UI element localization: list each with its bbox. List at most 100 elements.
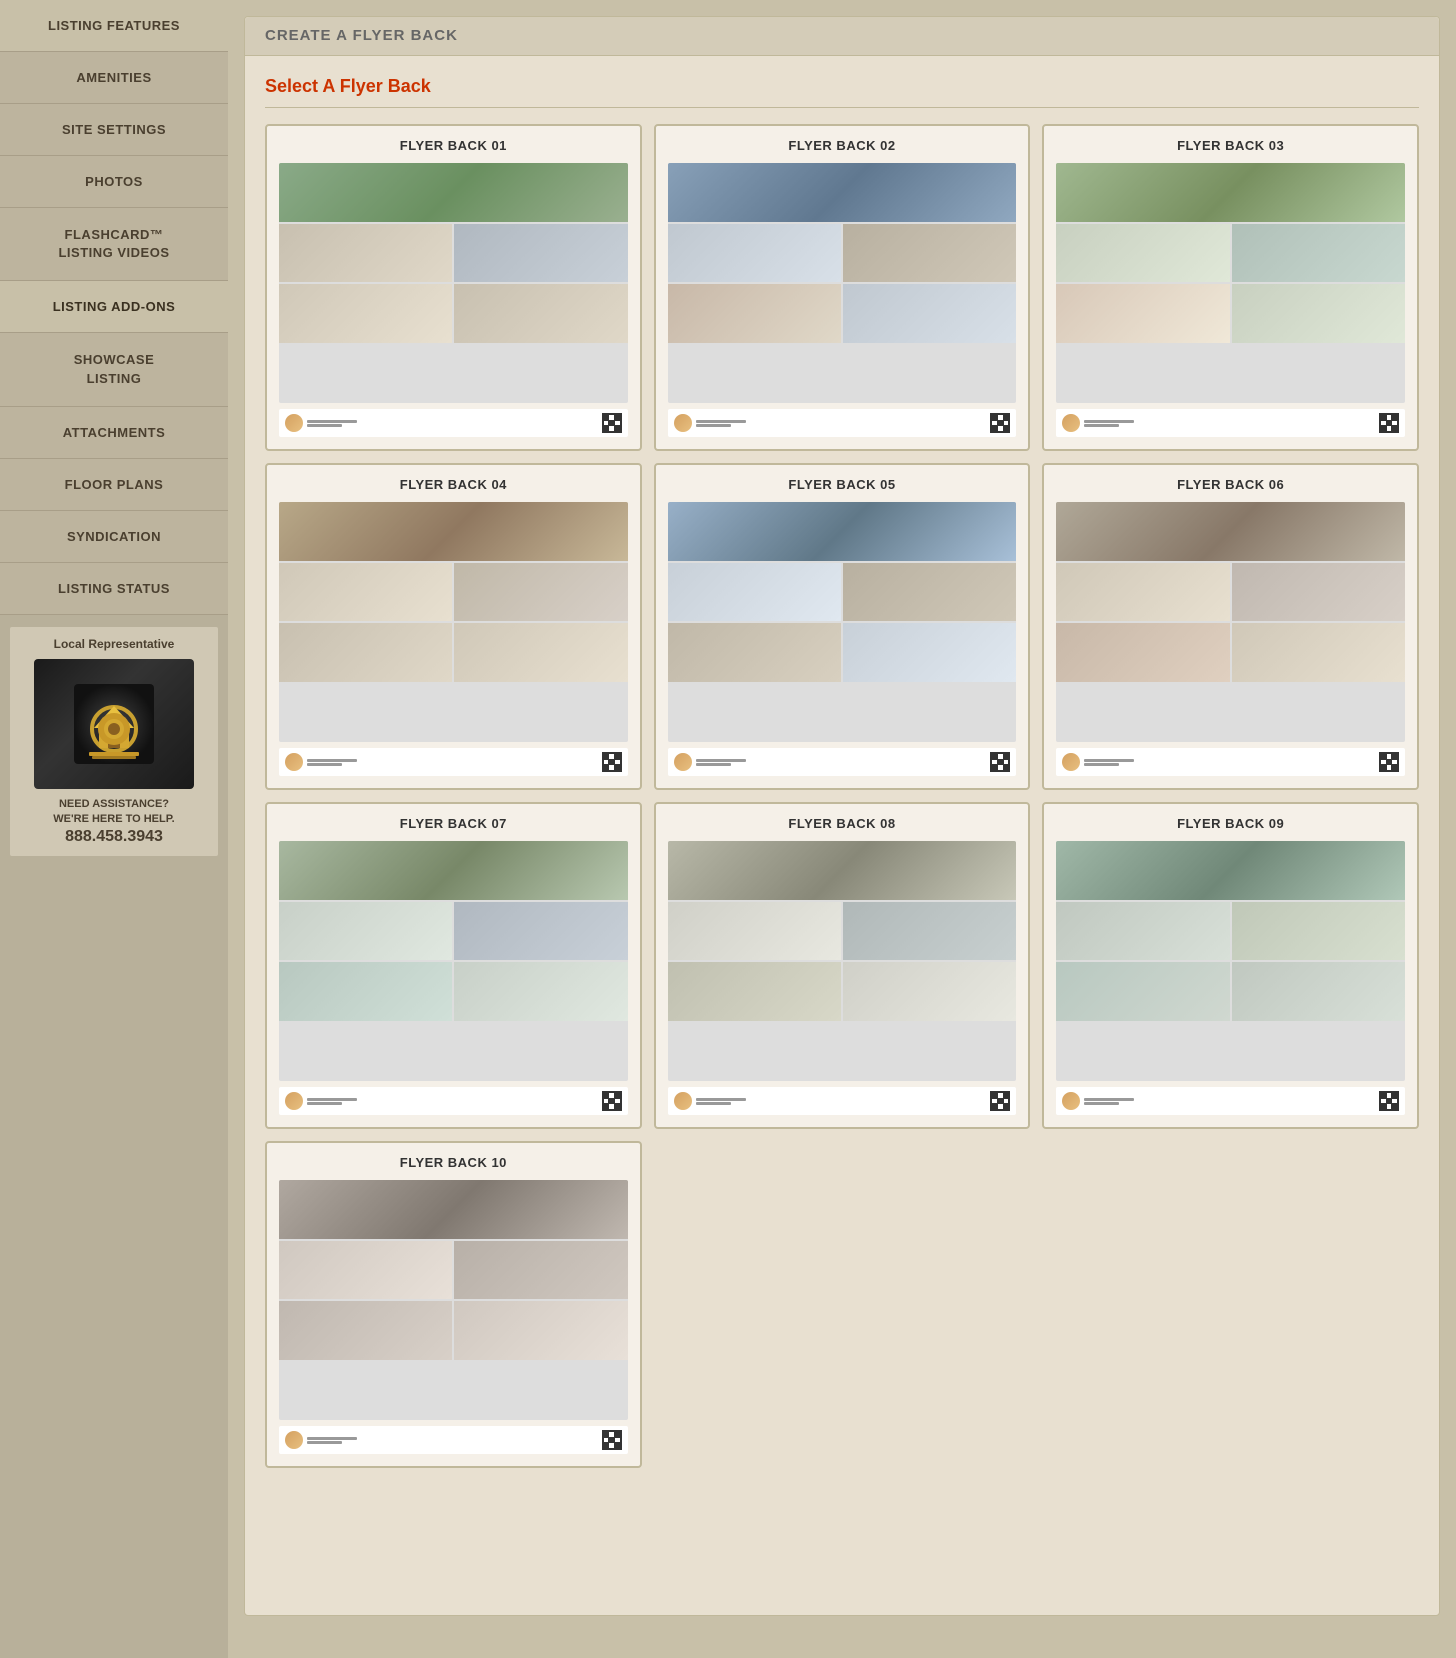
- sidebar-item-attachments[interactable]: ATTACHMENTS: [0, 407, 228, 459]
- agent-text-2: [696, 420, 746, 427]
- flyer-card-title-8: FLYER BACK 08: [668, 816, 1017, 831]
- agent-text-3: [1084, 420, 1134, 427]
- sidebar-item-listing-addons[interactable]: LISTING ADD-ONS: [0, 281, 228, 333]
- sidebar-item-flashcard[interactable]: FLASHCARD™ LISTING VIDEOS: [0, 208, 228, 281]
- agent-avatar-8: [674, 1092, 692, 1110]
- agent-text-5: [696, 759, 746, 766]
- flyer-footer-2: [668, 409, 1017, 437]
- flyer-card-9[interactable]: FLYER BACK 09: [1042, 802, 1419, 1129]
- flyer-preview-9: [1056, 841, 1405, 1081]
- agent-avatar-9: [1062, 1092, 1080, 1110]
- flyer-preview-8: [668, 841, 1017, 1081]
- flyer-footer-8: [668, 1087, 1017, 1115]
- flyer-preview-7: [279, 841, 628, 1081]
- sidebar-item-floor-plans[interactable]: FLOOR PLANS: [0, 459, 228, 511]
- flyer-card-2[interactable]: FLYER BACK 02: [654, 124, 1031, 451]
- qr-code-10: [602, 1430, 622, 1450]
- page-container: CREATE A FLYER BACK Select A Flyer Back …: [244, 16, 1440, 1616]
- flyer-card-5[interactable]: FLYER BACK 05: [654, 463, 1031, 790]
- qr-code-4: [602, 752, 622, 772]
- flyer-card-title-10: FLYER BACK 10: [279, 1155, 628, 1170]
- page-title: CREATE A FLYER BACK: [265, 27, 458, 44]
- agent-text-9: [1084, 1098, 1134, 1105]
- agent-info-9: [1062, 1092, 1134, 1110]
- sidebar-item-listing-status[interactable]: LISTING STATUS: [0, 563, 228, 615]
- flyer-card-title-9: FLYER BACK 09: [1056, 816, 1405, 831]
- qr-code-3: [1379, 413, 1399, 433]
- agent-text-7: [307, 1098, 357, 1105]
- flyer-footer-10: [279, 1426, 628, 1454]
- page-header: CREATE A FLYER BACK: [245, 17, 1439, 56]
- agent-text-8: [696, 1098, 746, 1105]
- flyer-footer-3: [1056, 409, 1405, 437]
- sidebar-item-amenities[interactable]: AMENITIES: [0, 52, 228, 104]
- agent-info-2: [674, 414, 746, 432]
- flyer-card-3[interactable]: FLYER BACK 03: [1042, 124, 1419, 451]
- local-rep-logo: [34, 659, 194, 789]
- agent-info-3: [1062, 414, 1134, 432]
- flyer-card-title-7: FLYER BACK 07: [279, 816, 628, 831]
- section-title: Select A Flyer Back: [265, 76, 1419, 108]
- qr-code-9: [1379, 1091, 1399, 1111]
- agent-avatar-2: [674, 414, 692, 432]
- flyer-card-title-6: FLYER BACK 06: [1056, 477, 1405, 492]
- sidebar-item-listing-features[interactable]: LISTING FEATURES: [0, 0, 228, 52]
- flyer-preview-10: [279, 1180, 628, 1420]
- flyer-card-7[interactable]: FLYER BACK 07: [265, 802, 642, 1129]
- rep-need-assistance-text: NEED ASSISTANCE?WE'RE HERE TO HELP.: [20, 797, 208, 828]
- sidebar-item-photos[interactable]: PHOTOS: [0, 156, 228, 208]
- sidebar: LISTING FEATURES AMENITIES SITE SETTINGS…: [0, 0, 228, 1658]
- agent-info-6: [1062, 753, 1134, 771]
- flyer-preview-2: [668, 163, 1017, 403]
- local-representative-panel: Local Representative: [8, 625, 220, 858]
- page-body: Select A Flyer Back FLYER BACK 01: [245, 56, 1439, 1488]
- flyer-card-title-5: FLYER BACK 05: [668, 477, 1017, 492]
- qr-code-7: [602, 1091, 622, 1111]
- flyer-card-1[interactable]: FLYER BACK 01: [265, 124, 642, 451]
- flyer-footer-6: [1056, 748, 1405, 776]
- local-rep-title: Local Representative: [20, 637, 208, 651]
- agent-avatar-6: [1062, 753, 1080, 771]
- sidebar-item-site-settings[interactable]: SITE SETTINGS: [0, 104, 228, 156]
- flyer-preview-1: [279, 163, 628, 403]
- agent-text-4: [307, 759, 357, 766]
- flyer-card-8[interactable]: FLYER BACK 08: [654, 802, 1031, 1129]
- agent-avatar-4: [285, 753, 303, 771]
- agent-info-8: [674, 1092, 746, 1110]
- qr-code-2: [990, 413, 1010, 433]
- sidebar-item-syndication[interactable]: SYNDICATION: [0, 511, 228, 563]
- rep-phone-number: 888.458.3943: [20, 828, 208, 846]
- agent-text-10: [307, 1437, 357, 1444]
- qr-code-1: [602, 413, 622, 433]
- qr-code-5: [990, 752, 1010, 772]
- flyer-preview-4: [279, 502, 628, 742]
- flyer-footer-5: [668, 748, 1017, 776]
- agent-info-10: [285, 1431, 357, 1449]
- flyer-footer-1: [279, 409, 628, 437]
- flyer-footer-4: [279, 748, 628, 776]
- flyer-preview-6: [1056, 502, 1405, 742]
- flyer-card-4[interactable]: FLYER BACK 04: [265, 463, 642, 790]
- agent-avatar-5: [674, 753, 692, 771]
- agent-avatar-3: [1062, 414, 1080, 432]
- flyer-card-10[interactable]: FLYER BACK 10: [265, 1141, 642, 1468]
- agent-info-7: [285, 1092, 357, 1110]
- flyer-card-title-4: FLYER BACK 04: [279, 477, 628, 492]
- flyer-card-6[interactable]: FLYER BACK 06: [1042, 463, 1419, 790]
- house-logo-icon: [74, 684, 154, 764]
- flyer-card-title-3: FLYER BACK 03: [1056, 138, 1405, 153]
- agent-info-4: [285, 753, 357, 771]
- qr-code-6: [1379, 752, 1399, 772]
- agent-info-1: [285, 414, 357, 432]
- agent-text-1: [307, 420, 357, 427]
- flyer-preview-3: [1056, 163, 1405, 403]
- agent-info-5: [674, 753, 746, 771]
- flyer-preview-5: [668, 502, 1017, 742]
- agent-avatar-7: [285, 1092, 303, 1110]
- flyer-grid: FLYER BACK 01: [265, 124, 1419, 1468]
- main-content: CREATE A FLYER BACK Select A Flyer Back …: [228, 0, 1456, 1658]
- flyer-card-title-1: FLYER BACK 01: [279, 138, 628, 153]
- sidebar-item-showcase-listing[interactable]: SHOWCASE LISTING: [0, 333, 228, 406]
- qr-code-8: [990, 1091, 1010, 1111]
- flyer-card-title-2: FLYER BACK 02: [668, 138, 1017, 153]
